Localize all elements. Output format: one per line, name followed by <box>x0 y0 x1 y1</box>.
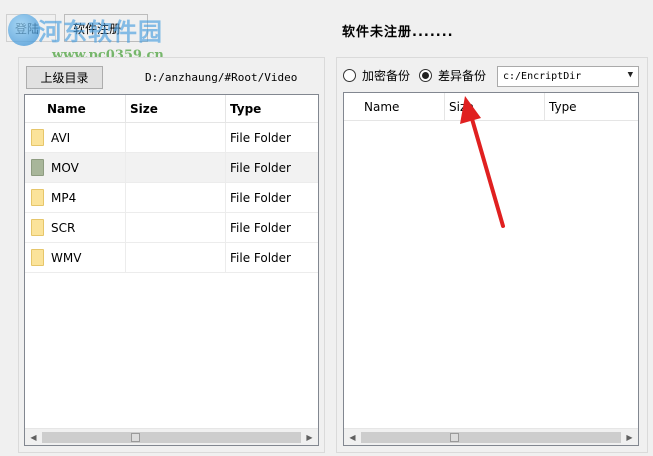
differential-backup-radio[interactable]: 差异备份 <box>419 67 486 84</box>
backup-horizontal-scrollbar[interactable]: ◀ ▶ <box>344 428 638 445</box>
scroll-right-icon[interactable]: ▶ <box>621 429 638 445</box>
target-directory-value: c:/EncriptDir <box>503 71 582 82</box>
top-toolbar: 登陆 软件注册 软件未注册....... <box>0 0 653 50</box>
table-row[interactable]: SCR File Folder <box>25 213 318 243</box>
folder-icon <box>31 159 44 176</box>
table-row[interactable]: WMV File Folder <box>25 243 318 273</box>
cell-name: WMV <box>25 243 126 272</box>
scroll-right-icon[interactable]: ▶ <box>301 429 318 445</box>
folder-icon <box>31 219 44 236</box>
differential-backup-label: 差异备份 <box>438 69 487 83</box>
login-tab[interactable]: 登陆 <box>6 14 56 42</box>
cell-type: File Folder <box>230 130 291 145</box>
folder-icon <box>31 189 44 206</box>
cell-size <box>126 153 226 182</box>
scroll-left-icon[interactable]: ◀ <box>25 429 42 445</box>
scrollbar-grip-icon[interactable] <box>450 433 459 442</box>
table-row[interactable]: AVI File Folder <box>25 123 318 153</box>
column-header-name[interactable]: Name <box>344 93 445 121</box>
scrollbar-grip-icon[interactable] <box>131 433 140 442</box>
row-name: WMV <box>51 250 82 265</box>
cell-type: File Folder <box>230 160 291 175</box>
radio-unchecked-icon[interactable] <box>343 69 356 82</box>
source-file-list[interactable]: Name Size Type AVI File Folder MOV File … <box>24 94 319 446</box>
scrollbar-thumb[interactable] <box>42 432 301 443</box>
cell-name: AVI <box>25 123 126 152</box>
radio-checked-icon[interactable] <box>419 69 432 82</box>
target-directory-select[interactable]: c:/EncriptDir ▼ <box>497 66 639 87</box>
row-name: SCR <box>51 220 76 235</box>
scroll-left-icon[interactable]: ◀ <box>344 429 361 445</box>
row-name: MOV <box>51 160 79 175</box>
source-list-rows: AVI File Folder MOV File Folder MP4 File… <box>25 123 318 273</box>
encrypt-backup-radio[interactable]: 加密备份 <box>343 67 410 84</box>
scrollbar-thumb[interactable] <box>361 432 621 443</box>
cell-size <box>126 183 226 212</box>
cell-name: MP4 <box>25 183 126 212</box>
current-path: D:/anzhaung/#Root/Video <box>145 71 298 84</box>
backup-list-header: Name Size Type <box>344 93 638 121</box>
folder-icon <box>31 249 44 266</box>
cell-size <box>126 243 226 272</box>
cell-size <box>126 213 226 242</box>
row-name: MP4 <box>51 190 77 205</box>
register-tab[interactable]: 软件注册 <box>64 14 148 42</box>
cell-type: File Folder <box>230 250 291 265</box>
login-tab-label: 登陆 <box>15 21 40 36</box>
column-header-size[interactable]: Size <box>445 93 545 121</box>
table-row[interactable]: MOV File Folder <box>25 153 318 183</box>
source-list-header: Name Size Type <box>25 95 318 123</box>
cell-type: File Folder <box>230 220 291 235</box>
chevron-down-icon[interactable]: ▼ <box>628 70 633 80</box>
table-row[interactable]: MP4 File Folder <box>25 183 318 213</box>
register-tab-label: 软件注册 <box>73 21 122 36</box>
column-header-type[interactable]: Type <box>226 95 318 123</box>
backup-file-list[interactable]: Name Size Type ◀ ▶ <box>343 92 639 446</box>
folder-icon <box>31 129 44 146</box>
parent-directory-label: 上级目录 <box>40 71 89 85</box>
registration-status: 软件未注册....... <box>342 25 454 40</box>
encrypt-backup-label: 加密备份 <box>362 69 411 83</box>
row-name: AVI <box>51 130 71 145</box>
column-header-size[interactable]: Size <box>126 95 226 123</box>
cell-type: File Folder <box>230 190 291 205</box>
source-horizontal-scrollbar[interactable]: ◀ ▶ <box>25 428 318 445</box>
cell-size <box>126 123 226 152</box>
parent-directory-button[interactable]: 上级目录 <box>26 66 103 89</box>
column-header-name[interactable]: Name <box>25 95 126 123</box>
column-header-type[interactable]: Type <box>545 93 638 121</box>
cell-name: MOV <box>25 153 126 182</box>
cell-name: SCR <box>25 213 126 242</box>
